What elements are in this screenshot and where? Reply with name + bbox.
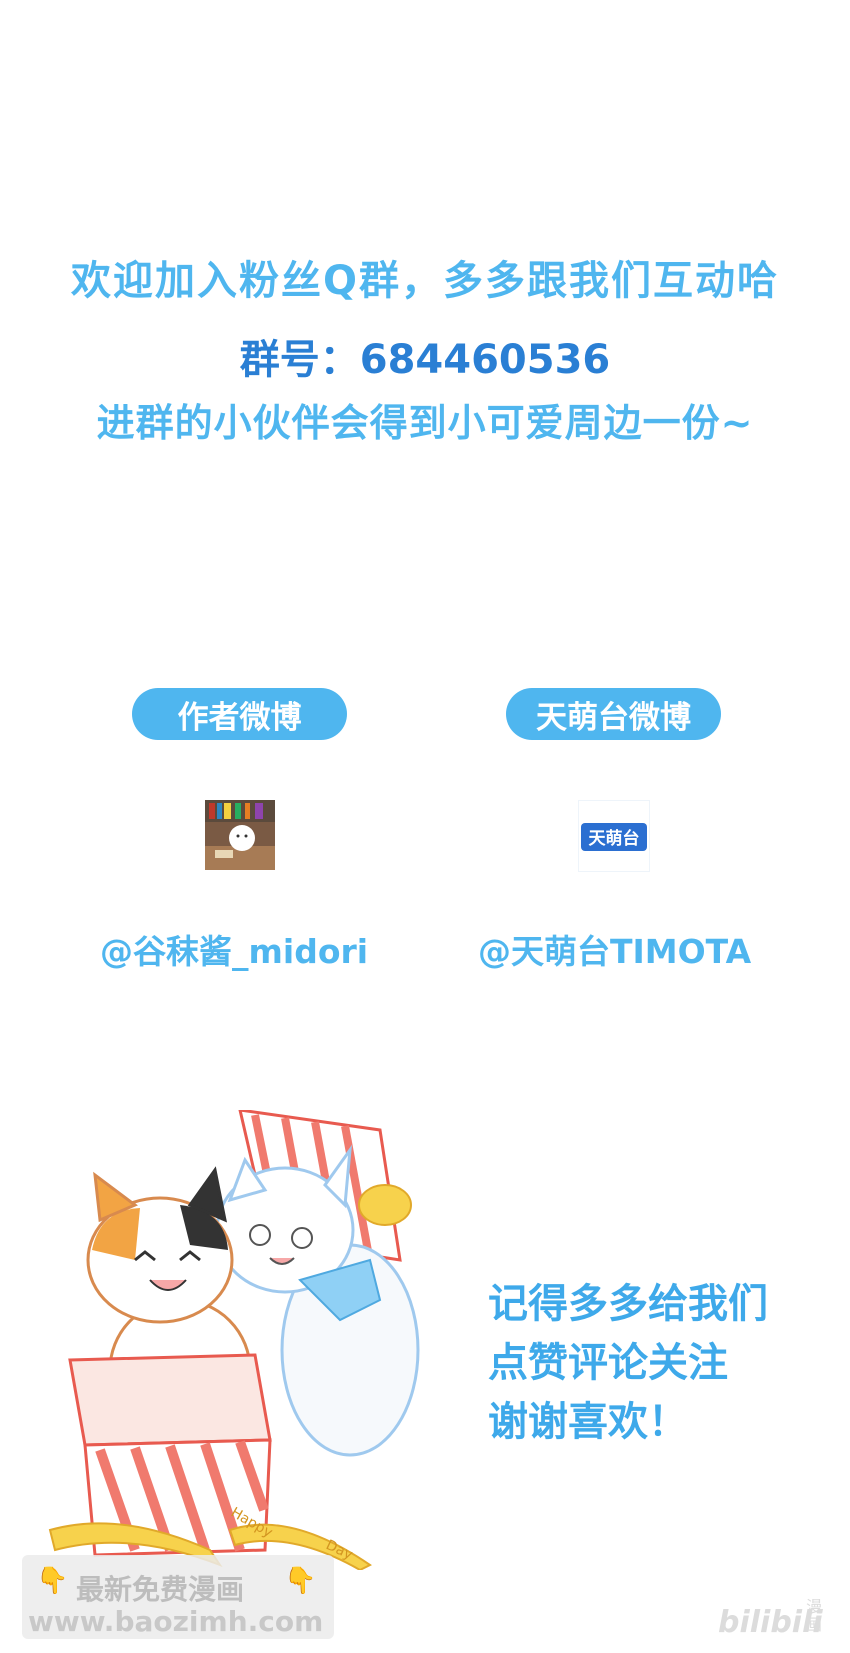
- author-avatar-image: [205, 800, 275, 870]
- studio-avatar[interactable]: 天萌台: [578, 800, 650, 872]
- group-number-text: 群号：684460536: [239, 337, 611, 383]
- closing-line-2: 点赞评论关注: [488, 1340, 728, 1386]
- studio-logo-text: 天萌台: [589, 828, 640, 849]
- gift-note-text: 进群的小伙伴会得到小可爱周边一份~: [96, 401, 754, 445]
- watermark-url[interactable]: www.baozimh.com: [28, 1605, 323, 1638]
- cats-gift-box-illustration: Happy Day: [48, 1110, 420, 1570]
- closing-line-1: 记得多多给我们: [488, 1281, 768, 1327]
- closing-line-3: 谢谢喜欢！: [488, 1399, 688, 1445]
- studio-handle: @天萌台TIMOTA: [478, 932, 752, 971]
- author-avatar[interactable]: [205, 800, 275, 870]
- author-handle: @谷秣酱_midori: [100, 932, 369, 971]
- author-weibo-button[interactable]: 作者微博: [132, 688, 347, 740]
- bilibili-manga-label: 漫画: [806, 1597, 823, 1634]
- studio-weibo-button[interactable]: 天萌台微博: [506, 688, 721, 740]
- studio-logo-image: 天萌台: [581, 823, 647, 851]
- watermark-title: 最新免费漫画: [76, 1573, 245, 1606]
- pointing-hand-icon-right: 👇: [284, 1566, 317, 1596]
- pointing-hand-icon: 👇: [36, 1566, 69, 1596]
- fan-group-invite-text: 欢迎加入粉丝Q群，多多跟我们互动哈: [70, 258, 779, 304]
- closing-message: 记得多多给我们 点赞评论关注 谢谢喜欢！: [488, 1275, 768, 1452]
